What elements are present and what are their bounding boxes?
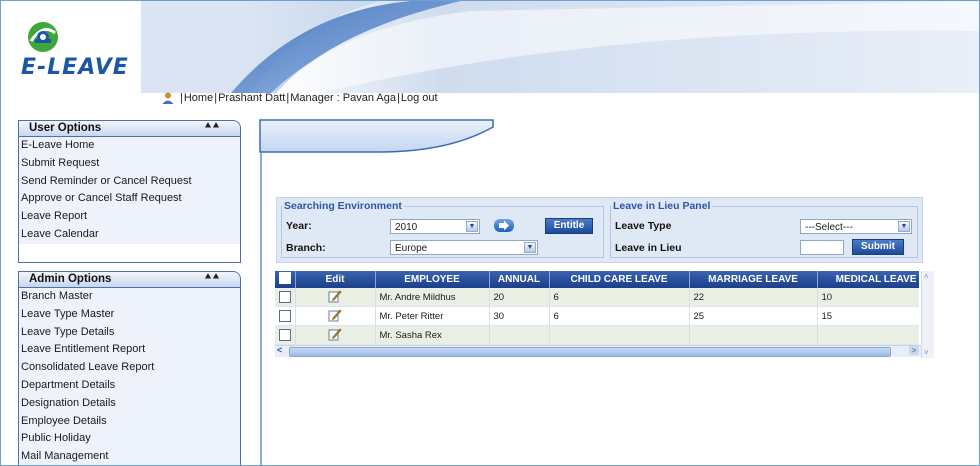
sidebar-item-approve-cancel[interactable]: Approve or Cancel Staff Request	[19, 190, 240, 208]
year-value: 2010	[395, 222, 418, 233]
medical-cell	[817, 325, 919, 345]
employee-cell: Mr. Peter Ritter	[375, 306, 490, 326]
branch-select[interactable]: Europe ▼	[390, 240, 538, 255]
employee-cell: Mr. Sasha Rex	[375, 325, 490, 345]
edit-pencil-icon[interactable]	[295, 325, 376, 345]
marriage-cell: 22	[689, 288, 818, 307]
sidebar-item-submit-request[interactable]: Submit Request	[19, 155, 240, 173]
row-checkbox[interactable]	[275, 325, 296, 345]
chevron-down-icon: ▼	[898, 221, 910, 232]
sidebar-item-send-reminder[interactable]: Send Reminder or Cancel Request	[19, 173, 240, 191]
sidebar-item-employee-details[interactable]: Employee Details	[19, 413, 240, 431]
sidebar-item-e-leave-home[interactable]: E-Leave Home	[19, 137, 240, 155]
medical-cell: 15	[817, 306, 919, 326]
annual-cell	[489, 325, 550, 345]
year-label: Year:	[286, 220, 312, 232]
chevron-down-icon: ▼	[524, 242, 536, 253]
sidebar-item-leave-type-details[interactable]: Leave Type Details	[19, 324, 240, 342]
table-row: Mr. Sasha Rex	[275, 325, 919, 345]
sidebar-item-department-details[interactable]: Department Details	[19, 377, 240, 395]
current-user-link[interactable]: Prashant Datt	[218, 92, 285, 104]
child-care-cell: 6	[549, 306, 690, 326]
sidebar-item-public-holiday[interactable]: Public Holiday	[19, 430, 240, 448]
table-header-row: Edit EMPLOYEE ANNUAL CHILD CARE LEAVE MA…	[275, 271, 919, 288]
sidebar-item-designation-details[interactable]: Designation Details	[19, 395, 240, 413]
double-chevron-up-icon[interactable]: ⯅⯅	[204, 272, 220, 283]
user-options-header[interactable]: User Options ⯅⯅	[19, 121, 240, 137]
col-medical-leave[interactable]: MEDICAL LEAVE	[817, 271, 919, 288]
arrow-right-icon[interactable]	[494, 219, 514, 232]
sidebar-item-leave-report[interactable]: Leave Report	[19, 208, 240, 226]
select-all-checkbox[interactable]	[275, 271, 296, 288]
scroll-right-icon[interactable]: >	[909, 346, 919, 355]
searching-environment-legend: Searching Environment	[284, 200, 402, 212]
top-navigation: | Home | Prashant Datt | Manager : Pavan…	[161, 91, 438, 105]
leave-type-label: Leave Type	[615, 220, 672, 232]
search-panel: Searching Environment Year: 2010 ▼ Entit…	[276, 197, 923, 263]
e-leave-logo-icon	[23, 19, 63, 58]
marriage-cell	[689, 325, 818, 345]
sidebar-item-leave-type-master[interactable]: Leave Type Master	[19, 306, 240, 324]
scroll-down-icon[interactable]: ˅	[924, 348, 929, 357]
leave-in-lieu-legend: Leave in Lieu Panel	[613, 200, 711, 212]
col-annual[interactable]: ANNUAL	[489, 271, 550, 288]
grid-vertical-scrollbar[interactable]: ˄ ˅	[921, 271, 934, 358]
row-checkbox[interactable]	[275, 288, 296, 307]
logout-link[interactable]: Log out	[401, 92, 438, 104]
leave-in-lieu-input[interactable]	[800, 240, 844, 255]
scrollbar-thumb[interactable]	[289, 347, 891, 357]
user-options-panel: User Options ⯅⯅ E-Leave Home Submit Requ…	[18, 120, 241, 263]
user-icon	[162, 92, 174, 104]
col-employee[interactable]: EMPLOYEE	[375, 271, 490, 288]
leave-type-value: ---Select---	[805, 222, 853, 233]
annual-cell: 30	[489, 306, 550, 326]
leave-type-select[interactable]: ---Select--- ▼	[800, 219, 912, 234]
admin-options-header[interactable]: Admin Options ⯅⯅	[19, 272, 240, 288]
admin-options-panel: Admin Options ⯅⯅ Branch Master Leave Typ…	[18, 271, 241, 465]
sidebar-item-mail-management[interactable]: Mail Management	[19, 448, 240, 465]
row-checkbox[interactable]	[275, 306, 296, 326]
annual-cell: 20	[489, 288, 550, 307]
scroll-up-icon[interactable]: ˄	[924, 272, 929, 281]
sidebar-item-leave-entitlement-report[interactable]: Leave Entitlement Report	[19, 341, 240, 359]
col-edit: Edit	[295, 271, 376, 288]
double-chevron-up-icon[interactable]: ⯅⯅	[204, 121, 220, 132]
grid-horizontal-scrollbar[interactable]: < >	[275, 345, 921, 357]
chevron-down-icon: ▼	[466, 221, 478, 232]
submit-button[interactable]: Submit	[852, 239, 904, 255]
sidebar-item-consolidated-leave-report[interactable]: Consolidated Leave Report	[19, 359, 240, 377]
user-options-title: User Options	[29, 122, 102, 134]
searching-environment-fieldset: Searching Environment Year: 2010 ▼ Entit…	[281, 200, 604, 258]
content-divider	[260, 153, 262, 465]
app-name: E-LEAVE	[21, 55, 129, 80]
scroll-left-icon[interactable]: <	[277, 345, 282, 355]
edit-pencil-icon[interactable]	[295, 288, 376, 307]
sidebar-item-branch-master[interactable]: Branch Master	[19, 288, 240, 306]
leave-in-lieu-fieldset: Leave in Lieu Panel Leave Type ---Select…	[610, 200, 918, 258]
branch-label: Branch:	[286, 242, 326, 254]
app-window: E-LEAVE | Home | Prashant Datt | Manager…	[0, 0, 980, 466]
header-banner	[1, 1, 979, 93]
leave-table: Edit EMPLOYEE ANNUAL CHILD CARE LEAVE MA…	[275, 271, 919, 345]
table-row: Mr. Peter Ritter 30 6 25 15	[275, 306, 919, 326]
branch-value: Europe	[395, 243, 428, 254]
home-link[interactable]: Home	[184, 92, 213, 104]
content-tab	[259, 119, 494, 153]
child-care-cell: 6	[549, 288, 690, 307]
table-row: Mr. Andre Mildhus 20 6 22 10	[275, 288, 919, 307]
medical-cell: 10	[817, 288, 919, 307]
child-care-cell	[549, 325, 690, 345]
entitle-button[interactable]: Entitle	[545, 218, 593, 234]
leave-in-lieu-label: Leave in Lieu	[615, 242, 682, 254]
col-child-care-leave[interactable]: CHILD CARE LEAVE	[549, 271, 690, 288]
marriage-cell: 25	[689, 306, 818, 326]
edit-pencil-icon[interactable]	[295, 306, 376, 326]
col-marriage-leave[interactable]: MARRIAGE LEAVE	[689, 271, 818, 288]
sidebar-item-leave-calendar[interactable]: Leave Calendar	[19, 226, 240, 244]
employee-leave-grid: Edit EMPLOYEE ANNUAL CHILD CARE LEAVE MA…	[275, 271, 919, 356]
employee-cell: Mr. Andre Mildhus	[375, 288, 490, 307]
year-select[interactable]: 2010 ▼	[390, 219, 480, 234]
admin-options-title: Admin Options	[29, 273, 112, 285]
manager-link[interactable]: Manager : Pavan Aga	[290, 92, 396, 104]
